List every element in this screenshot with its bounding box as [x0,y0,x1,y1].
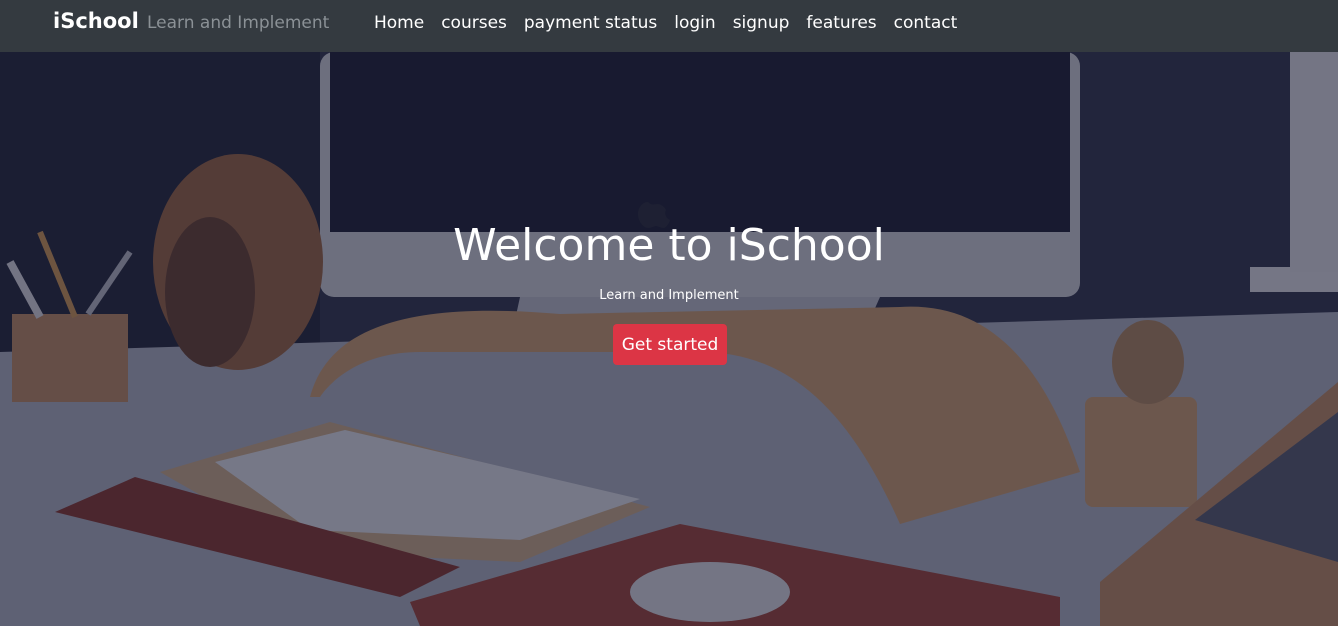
nav-link-courses[interactable]: courses [441,13,507,33]
nav-links: Home courses payment status login signup… [374,13,957,33]
nav-link-signup[interactable]: signup [733,13,790,33]
nav-link-contact[interactable]: contact [894,13,958,33]
nav-link-login[interactable]: login [674,13,715,33]
get-started-button[interactable]: Get started [613,324,727,365]
hero-content: Welcome to iSchool Learn and Implement G… [0,52,1338,626]
nav-link-features[interactable]: features [806,13,876,33]
nav-link-home[interactable]: Home [374,13,424,33]
brand-logo[interactable]: iSchool [53,9,139,33]
nav-link-payment-status[interactable]: payment status [524,13,657,33]
navbar-tagline: Learn and Implement [147,13,330,33]
hero-subtitle: Learn and Implement [599,288,739,303]
hero-title: Welcome to iSchool [453,220,885,271]
hero-section: Welcome to iSchool Learn and Implement G… [0,52,1338,626]
navbar: iSchool Learn and Implement Home courses… [0,0,1338,52]
